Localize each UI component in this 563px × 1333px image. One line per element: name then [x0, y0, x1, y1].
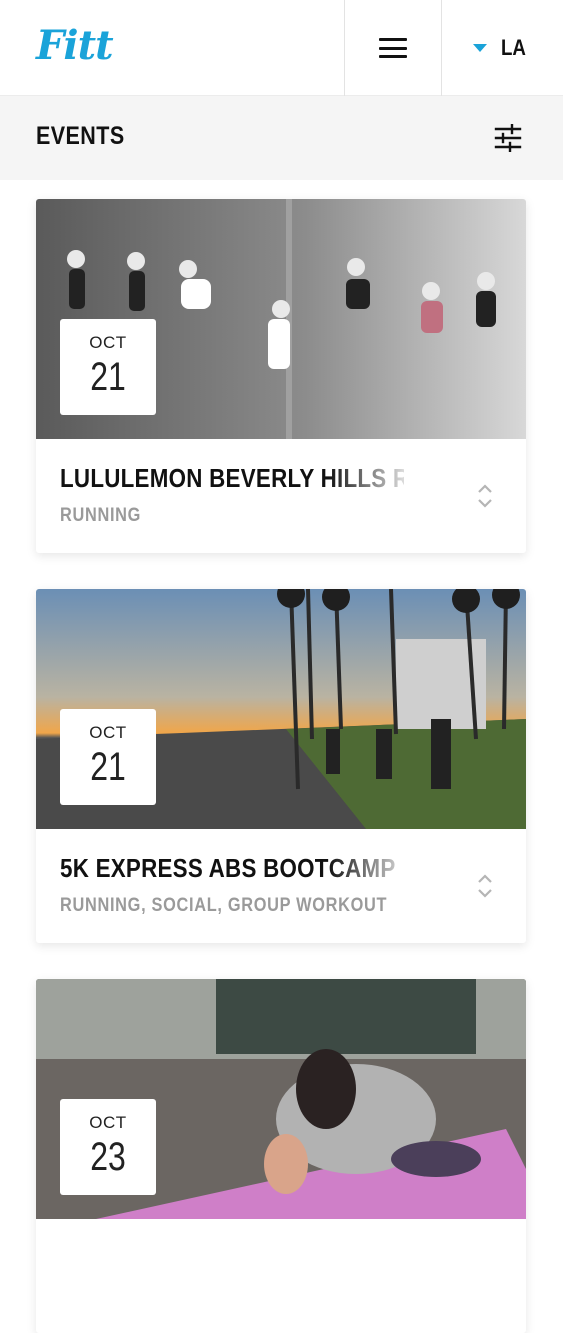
top-nav-bar: Fitt LA: [0, 0, 563, 96]
event-tags: RUNNING: [60, 505, 142, 526]
fitt-logo[interactable]: Fitt: [36, 22, 114, 69]
city-selector[interactable]: LA: [441, 0, 563, 96]
date-badge: OCT 23: [60, 1099, 156, 1195]
page-title: EVENTS: [36, 122, 125, 150]
event-card[interactable]: OCT 21 LULULEMON BEVERLY HILLS RUN CLUB …: [36, 199, 526, 553]
date-month: OCT: [89, 1113, 127, 1132]
date-month: OCT: [89, 723, 127, 742]
event-card[interactable]: OCT 23: [36, 979, 526, 1333]
caret-down-icon: [473, 44, 488, 52]
date-badge: OCT 21: [60, 319, 156, 415]
filter-sliders-icon[interactable]: [494, 124, 522, 152]
date-day: 21: [90, 745, 126, 789]
events-header: EVENTS: [0, 96, 563, 180]
city-label: LA: [501, 35, 527, 60]
event-title[interactable]: LULULEMON BEVERLY HILLS RUN CLUB: [60, 463, 404, 494]
date-day: 23: [90, 1135, 126, 1179]
date-month: OCT: [89, 333, 127, 352]
expand-chevrons-icon[interactable]: [476, 481, 494, 511]
menu-button[interactable]: [344, 0, 442, 96]
expand-chevrons-icon[interactable]: [476, 871, 494, 901]
event-title[interactable]: 5K EXPRESS ABS BOOTCAMP: [60, 853, 404, 884]
date-badge: OCT 21: [60, 709, 156, 805]
date-day: 21: [90, 355, 126, 399]
event-card[interactable]: OCT 21 5K EXPRESS ABS BOOTCAMP RUNNING, …: [36, 589, 526, 943]
hamburger-icon: [379, 38, 407, 58]
event-tags: RUNNING, SOCIAL, GROUP WORKOUT: [60, 895, 388, 916]
